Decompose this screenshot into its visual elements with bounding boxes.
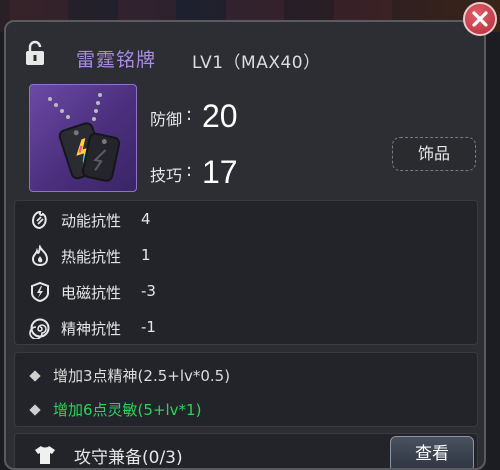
item-type-badge[interactable]: 饰品	[392, 137, 476, 171]
bonus-section: 增加3点精神(2.5+lv*0.5) 增加6点灵敏(5+lv*1)	[14, 352, 478, 427]
resistance-value: -1	[141, 318, 156, 336]
mental-icon	[29, 318, 50, 339]
defense-colon: :	[186, 104, 193, 125]
item-name: 雷霆铭牌	[76, 49, 157, 71]
kinetic-icon	[31, 210, 47, 230]
resistance-label: 热能抗性	[61, 248, 122, 266]
diamond-bullet-icon	[29, 370, 41, 382]
defense-value: 20	[202, 98, 238, 134]
shirt-icon	[35, 446, 55, 464]
dog-tag-icon	[48, 93, 121, 182]
thermal-icon	[31, 245, 49, 267]
resistance-label: 动能抗性	[61, 212, 122, 230]
skill-label: 技巧	[150, 166, 183, 185]
resistance-value: 4	[141, 210, 151, 228]
electromagnetic-icon	[31, 281, 49, 303]
view-set-button[interactable]: 查看	[390, 436, 474, 468]
skill-value: 17	[202, 154, 238, 190]
resistance-value: 1	[141, 246, 151, 264]
unlocked-padlock-icon[interactable]	[24, 40, 46, 66]
bonus-text: 增加3点精神(2.5+lv*0.5)	[53, 367, 231, 385]
resistance-label: 电磁抗性	[61, 284, 122, 302]
item-image	[29, 84, 137, 192]
resistance-section: 动能抗性 4 热能抗性 1 电磁抗性 -3 精神抗性 -1	[14, 200, 478, 345]
close-icon	[472, 11, 488, 27]
bonus-text-highlighted: 增加6点灵敏(5+lv*1)	[53, 401, 202, 419]
skill-colon: :	[186, 160, 193, 181]
diamond-bullet-icon	[29, 404, 41, 416]
item-level: LV1（MAX40）	[192, 53, 321, 73]
resistance-label: 精神抗性	[61, 320, 122, 338]
resistance-value: -3	[141, 282, 156, 300]
set-label: 攻守兼备(0/3)	[74, 448, 183, 468]
close-button[interactable]	[463, 2, 497, 36]
defense-label: 防御	[150, 110, 183, 129]
item-detail-panel: 雷霆铭牌 LV1（MAX40） 防御 : 20 技巧 : 17 饰品 动能抗性 …	[4, 20, 486, 470]
